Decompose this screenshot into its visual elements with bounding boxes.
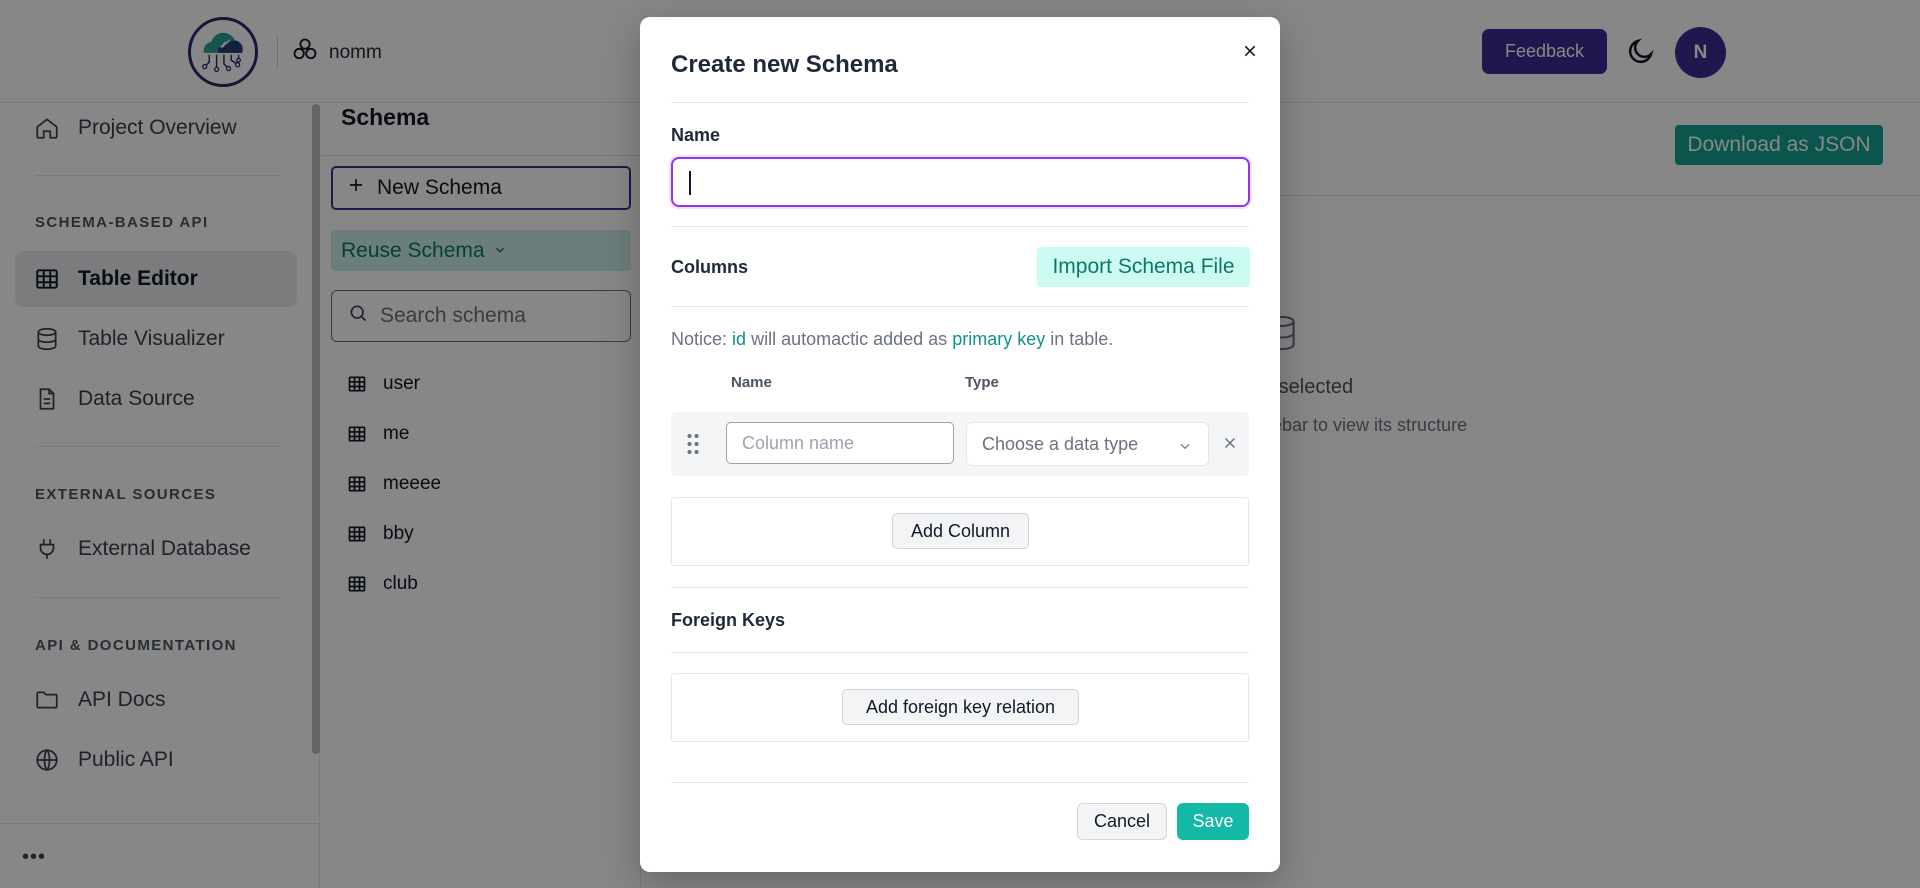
dialog-footer-divider	[671, 782, 1249, 783]
dialog-divider	[671, 652, 1249, 653]
save-button[interactable]: Save	[1177, 803, 1249, 840]
cancel-button[interactable]: Cancel	[1077, 803, 1167, 840]
drag-handle-icon[interactable]	[686, 432, 700, 456]
schema-name-input[interactable]	[671, 157, 1250, 207]
column-header-name: Name	[731, 374, 772, 391]
chevron-down-icon	[1178, 437, 1192, 451]
close-icon[interactable]	[1236, 37, 1264, 65]
dialog-divider	[671, 306, 1249, 307]
notice-mid: will automactic added as	[751, 329, 948, 349]
remove-column-icon[interactable]	[1221, 434, 1239, 452]
add-column-area: Add Column	[671, 497, 1249, 566]
dialog-title: Create new Schema	[671, 51, 898, 78]
import-schema-file-button[interactable]: Import Schema File	[1037, 247, 1250, 287]
create-schema-dialog: Create new Schema Name Columns Import Sc…	[640, 17, 1280, 872]
name-label: Name	[671, 125, 721, 145]
dialog-divider	[671, 226, 1249, 227]
column-row: Column name Choose a data type	[671, 412, 1249, 476]
text-caret	[689, 171, 691, 195]
dialog-divider	[671, 102, 1249, 103]
add-column-button[interactable]: Add Column	[892, 513, 1029, 549]
column-header-type: Type	[965, 374, 999, 391]
notice-primary-key: primary key	[952, 329, 1046, 349]
notice-suffix: in table.	[1050, 329, 1114, 349]
column-name-placeholder: Column name	[742, 432, 855, 453]
foreign-key-area: Add foreign key relation	[671, 673, 1249, 742]
data-type-select[interactable]: Choose a data type	[966, 422, 1209, 466]
columns-label: Columns	[671, 257, 749, 277]
add-foreign-key-button[interactable]: Add foreign key relation	[842, 689, 1079, 725]
notice-prefix: Notice:	[671, 329, 728, 349]
foreign-keys-label: Foreign Keys	[671, 610, 786, 630]
primary-key-notice: Notice: id will automactic added as prim…	[671, 329, 1113, 350]
data-type-placeholder: Choose a data type	[982, 433, 1139, 454]
column-name-input[interactable]: Column name	[726, 422, 954, 464]
notice-id: id	[732, 329, 747, 349]
dialog-divider	[671, 587, 1249, 588]
